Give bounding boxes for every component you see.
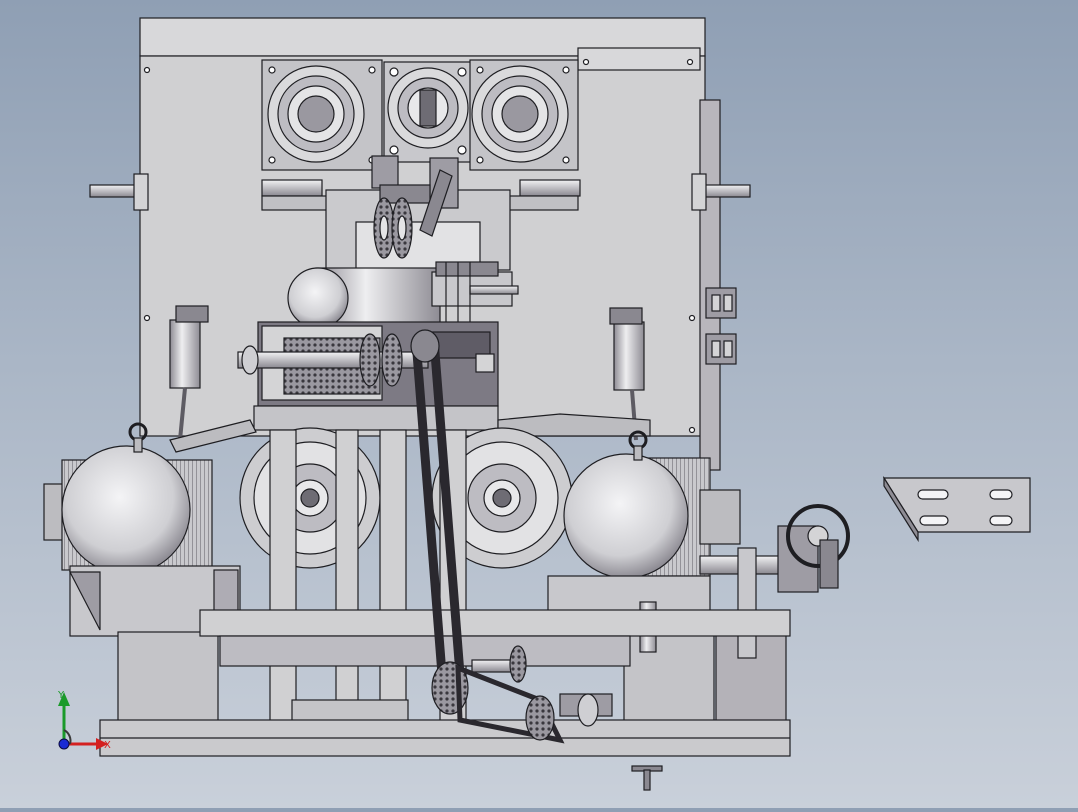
right-side-pin bbox=[691, 173, 751, 211]
bearing-housing-left bbox=[261, 59, 383, 171]
bearing-housing-center bbox=[383, 61, 473, 163]
lower-pulley-left bbox=[239, 427, 381, 569]
pressing-roller-assembly bbox=[237, 321, 499, 407]
left-side-pin bbox=[89, 173, 149, 211]
triad-x-label: X bbox=[104, 740, 111, 751]
cad-drawing: Y X bbox=[43, 17, 1031, 791]
cad-viewport[interactable]: Y X bbox=[0, 0, 1078, 808]
bearing-housing-right bbox=[469, 59, 579, 171]
triad-y-label: Y bbox=[57, 690, 65, 701]
detached-mounting-plate bbox=[882, 475, 1031, 543]
leveling-foot bbox=[631, 765, 663, 791]
